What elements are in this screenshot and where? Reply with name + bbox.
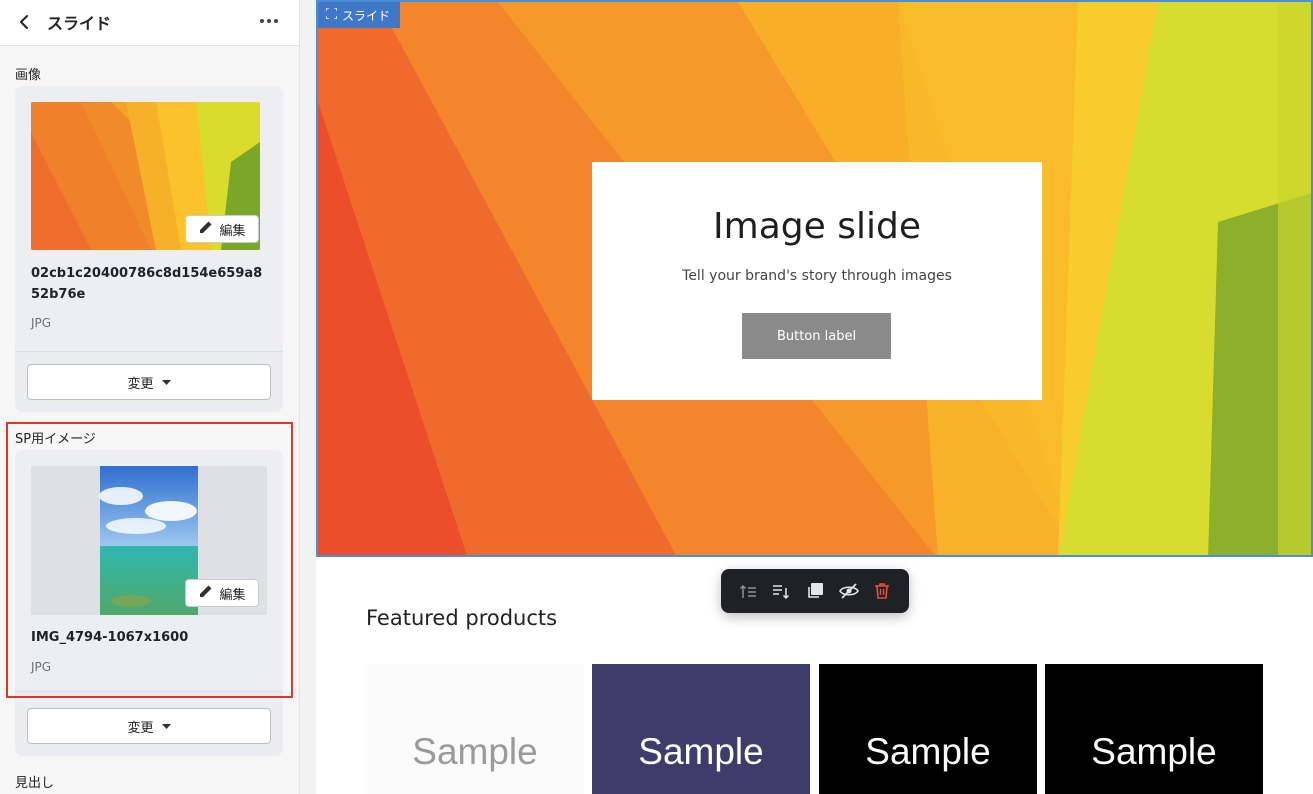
image-filename: 02cb1c20400786c8d154e659a852b76e bbox=[31, 266, 263, 302]
product-placeholder-label: Sample bbox=[1091, 730, 1217, 772]
product-card[interactable]: Sample bbox=[1045, 664, 1263, 794]
hero-text-box: Image slide Tell your brand's story thro… bbox=[592, 162, 1042, 400]
caret-down-icon bbox=[161, 375, 171, 390]
section-toolbar bbox=[721, 569, 909, 613]
image-preview-area: 編集 02cb1c20400786c8d154e659a852b76e JPG bbox=[15, 86, 283, 352]
back-icon[interactable] bbox=[16, 11, 34, 33]
delete-icon[interactable] bbox=[869, 578, 895, 604]
product-card[interactable]: Sample bbox=[819, 664, 1037, 794]
hide-icon[interactable] bbox=[836, 578, 862, 604]
change-label: 変更 bbox=[127, 720, 154, 736]
change-sp-image-button[interactable]: 変更 bbox=[27, 708, 271, 744]
slide-section-tag[interactable]: スライド bbox=[318, 2, 401, 28]
product-placeholder-label: Sample bbox=[638, 730, 764, 772]
hero-button[interactable]: Button label bbox=[742, 313, 891, 359]
more-icon[interactable] bbox=[257, 10, 281, 32]
sp-image-highlight bbox=[6, 422, 293, 698]
theme-preview: スライド Image slide Tell your brand's story… bbox=[316, 0, 1313, 794]
product-placeholder-label: Sample bbox=[865, 730, 991, 772]
featured-products-title: Featured products bbox=[366, 606, 558, 630]
image-field-label: 画像 bbox=[15, 68, 42, 83]
image-slide-section[interactable]: スライド Image slide Tell your brand's story… bbox=[316, 0, 1313, 557]
edit-image-button[interactable]: 編集 bbox=[185, 215, 259, 243]
image-filetype: JPG bbox=[31, 316, 52, 330]
product-placeholder-label: Sample bbox=[412, 730, 538, 772]
sidebar-scrollbar[interactable] bbox=[299, 0, 315, 794]
edit-label: 編集 bbox=[219, 223, 246, 239]
product-card[interactable]: Sample bbox=[366, 664, 584, 794]
slide-tag-label: スライド bbox=[342, 8, 391, 23]
image-picker-card: 編集 02cb1c20400786c8d154e659a852b76e JPG … bbox=[15, 86, 283, 412]
product-card[interactable]: Sample bbox=[592, 664, 810, 794]
heading-field-label: 見出し bbox=[15, 776, 55, 791]
change-image-button[interactable]: 変更 bbox=[27, 364, 271, 400]
duplicate-icon[interactable] bbox=[802, 578, 828, 604]
caret-down-icon bbox=[161, 719, 171, 734]
move-up-icon[interactable] bbox=[735, 578, 761, 604]
sidebar-title: スライド bbox=[47, 14, 112, 33]
hero-title: Image slide bbox=[713, 206, 921, 247]
sidebar-header: スライド bbox=[0, 0, 299, 46]
pencil-icon bbox=[198, 219, 214, 239]
change-label: 変更 bbox=[127, 376, 154, 392]
hero-subtitle: Tell your brand's story through images bbox=[682, 268, 952, 284]
move-down-icon[interactable] bbox=[768, 578, 794, 604]
settings-sidebar: スライド 画像 編集 02cb1c20400786c8d154e659a852b… bbox=[0, 0, 300, 794]
select-frame-icon bbox=[325, 7, 338, 22]
